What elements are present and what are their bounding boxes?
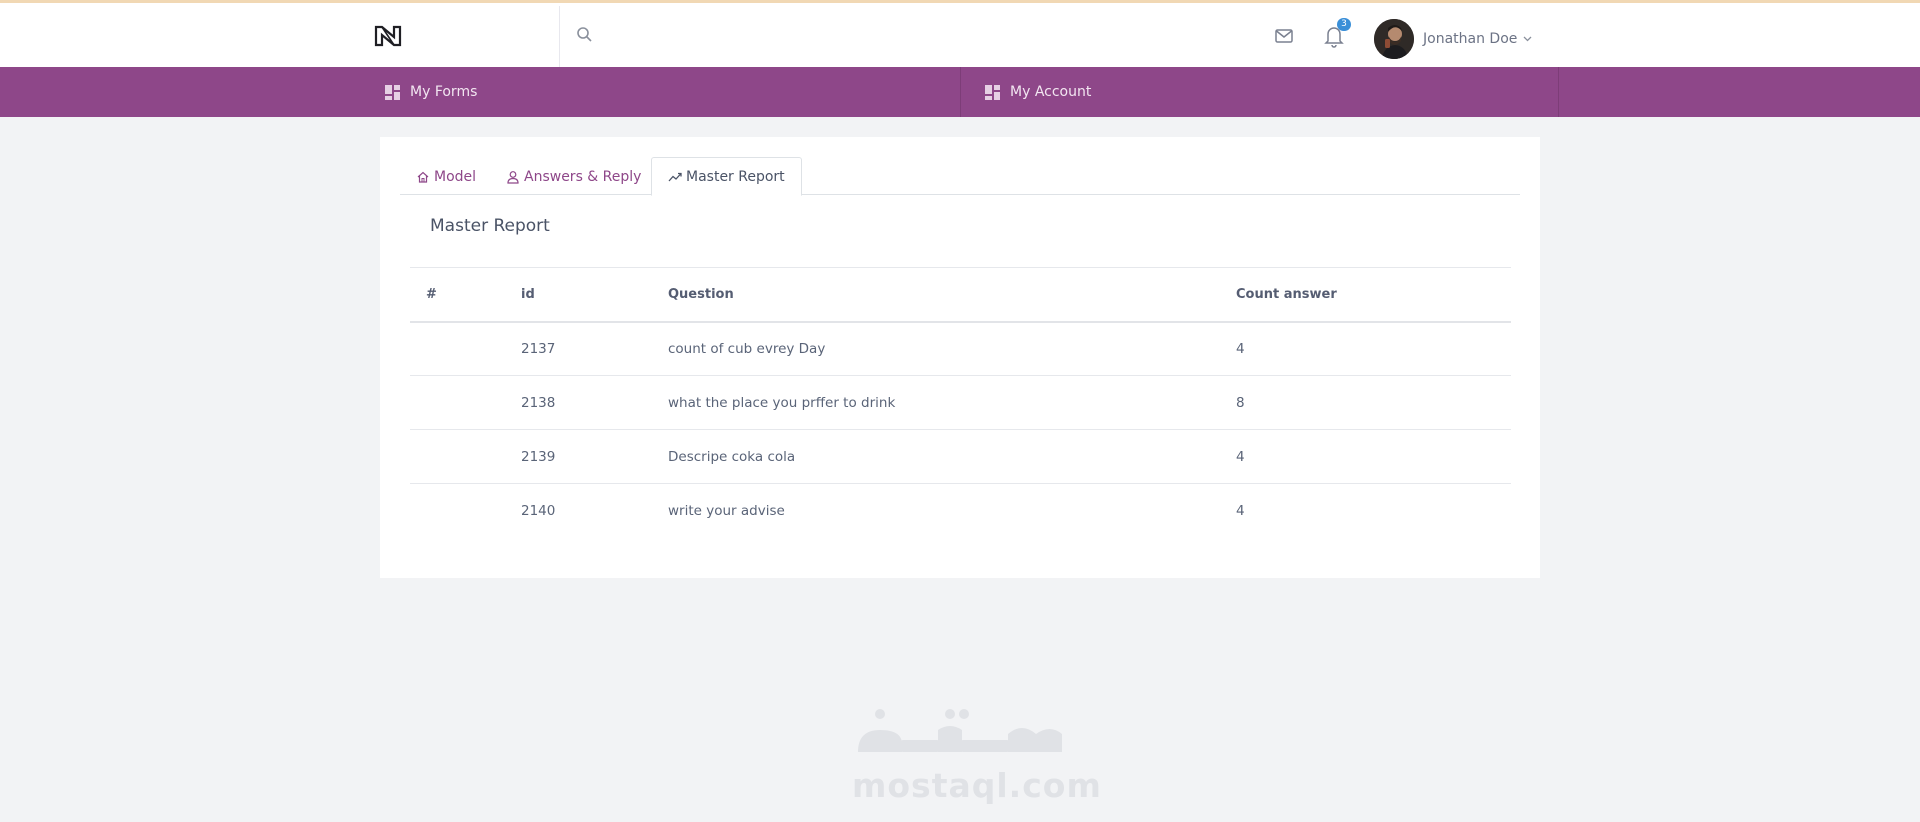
tab-model[interactable]: Model: [400, 157, 492, 196]
report-table: # id Question Count answer 2137 count of…: [410, 267, 1511, 538]
brand-logo[interactable]: [374, 25, 402, 47]
tab-master-report[interactable]: Master Report: [651, 157, 802, 196]
dashboard-icon: [985, 84, 1000, 100]
cell-num: [410, 429, 505, 484]
cell-question: count of cub evrey Day: [652, 321, 1220, 376]
chart-line-icon: [668, 172, 682, 181]
notification-badge: 3: [1337, 18, 1351, 31]
main-nav: My Forms My Account: [0, 67, 1920, 117]
column-header-question: Question: [652, 267, 1220, 323]
nav-divider: [960, 67, 961, 117]
header-divider: [559, 6, 560, 70]
cell-id: 2138: [505, 375, 652, 430]
cell-count: 8: [1220, 375, 1511, 430]
cell-id: 2140: [521, 502, 556, 519]
tab-model-label: Model: [434, 168, 477, 185]
table-row: 2138 what the place you prffer to drink …: [410, 375, 1511, 430]
nav-item-my-account[interactable]: My Account: [984, 67, 1091, 117]
cell-id: 2137: [505, 321, 652, 376]
tab-bar: Model Answers & Reply Master Report: [400, 157, 1520, 196]
user-icon: [507, 170, 519, 184]
cell-question: write your advise: [668, 502, 785, 519]
table-row: 2139 Descripe coka cola 4: [410, 429, 1511, 484]
top-header: 3 Jonathan Doe: [0, 3, 1920, 70]
search-icon[interactable]: [576, 26, 593, 43]
watermark: mostaql.com: [850, 700, 1101, 810]
column-header-count: Count answer: [1220, 267, 1511, 323]
cell-count: 4: [1220, 321, 1511, 376]
cell-num: [410, 484, 505, 538]
cell-question: Descripe coka cola: [652, 429, 1220, 484]
table-row: 2137 count of cub evrey Day 4: [410, 321, 1511, 376]
report-table-container: # id Question Count answer 2137 count of…: [410, 267, 1511, 538]
cell-count: 4: [1220, 429, 1511, 484]
user-menu[interactable]: Jonathan Doe: [1374, 19, 1532, 59]
cell-num: [410, 375, 505, 430]
home-icon: [417, 171, 429, 183]
cell-id: 2139: [505, 429, 652, 484]
watermark-arabic-logo: [858, 709, 1062, 752]
dashboard-icon: [385, 84, 400, 100]
column-header-num: #: [410, 267, 505, 323]
nav-divider: [1558, 67, 1559, 117]
page-title: Master Report: [430, 216, 550, 236]
user-name: Jonathan Doe: [1423, 31, 1518, 47]
table-header-row: # id Question Count answer: [410, 267, 1511, 323]
tab-answers-reply[interactable]: Answers & Reply: [490, 157, 657, 196]
nav-label-my-forms: My Forms: [410, 84, 478, 100]
tab-master-report-label: Master Report: [686, 168, 785, 185]
mail-icon[interactable]: [1274, 27, 1294, 45]
table-row: 2140 write your advise 4: [410, 484, 1511, 538]
cell-num: [410, 321, 505, 376]
tab-answers-label: Answers & Reply: [524, 168, 642, 185]
report-card: Model Answers & Reply Master Report Mast…: [380, 137, 1540, 578]
cell-question: what the place you prffer to drink: [652, 375, 1220, 430]
chevron-down-icon: [1523, 36, 1532, 42]
cell-count: 4: [1236, 502, 1245, 519]
avatar: [1374, 19, 1414, 59]
column-header-id: id: [505, 267, 652, 323]
watermark-text: mostaql.com: [852, 766, 1102, 805]
nav-label-my-account: My Account: [1010, 84, 1092, 100]
nav-item-my-forms[interactable]: My Forms: [384, 67, 477, 117]
